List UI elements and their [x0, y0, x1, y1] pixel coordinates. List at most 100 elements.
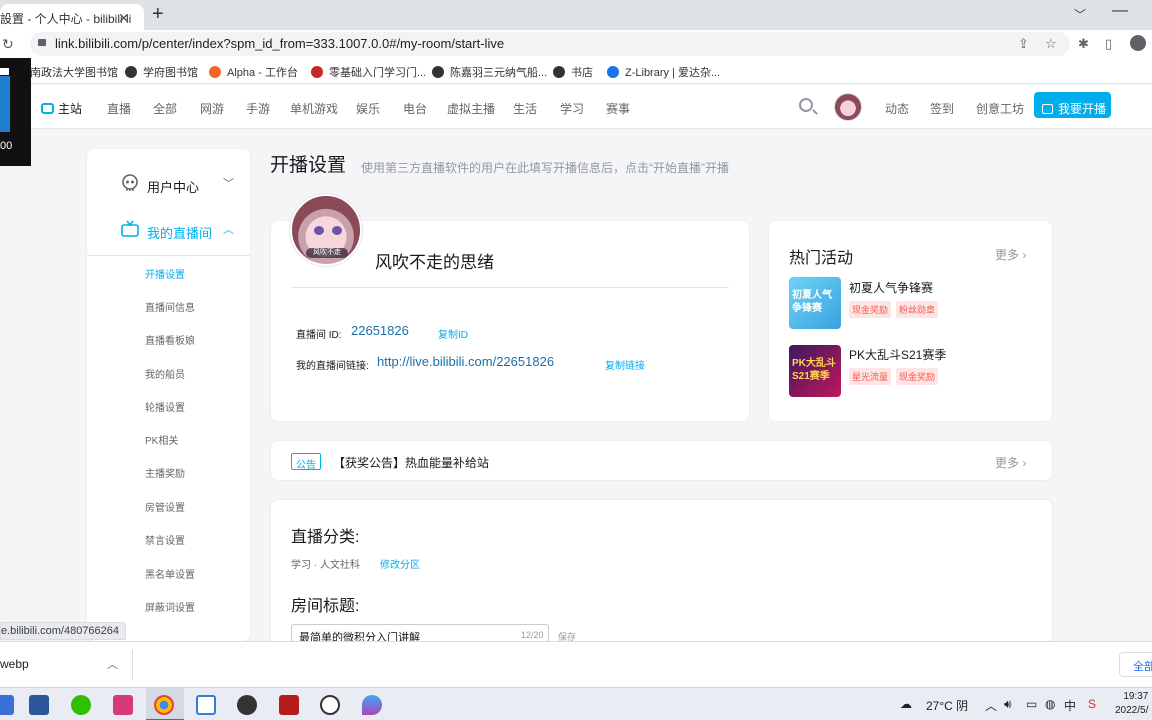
app-icon[interactable]	[113, 695, 133, 715]
activity-thumbnail[interactable]: 初夏人气争锋赛	[789, 277, 841, 329]
tab-search-icon[interactable]: ﹀	[1074, 6, 1086, 23]
bookmark-item[interactable]: Z-Library | 爱达杂...	[607, 64, 720, 80]
share-icon[interactable]: ⇪	[1018, 36, 1029, 52]
floating-overlay[interactable]: 00	[0, 58, 31, 166]
activity-name[interactable]: PK大乱斗S21赛季	[849, 346, 946, 363]
chevron-up-icon[interactable]: ︿	[107, 656, 118, 672]
nav-item[interactable]: 虚拟主播	[447, 100, 495, 117]
tray-overflow-icon[interactable]: ︿	[985, 697, 997, 714]
sidebar-item-room-info[interactable]: 直播间信息	[145, 299, 195, 314]
start-live-button[interactable]: 我要开播	[1034, 92, 1111, 118]
sidebar-item-admins[interactable]: 房管设置	[145, 499, 185, 514]
word-icon[interactable]	[29, 695, 49, 715]
volume-icon[interactable]: 🔊︎	[1004, 697, 1012, 712]
browser-tab[interactable]: 設置 - 个人中心 - bilibili li ✕	[0, 4, 144, 30]
sidebar-group-label: 用户中心	[147, 180, 200, 195]
bookmark-item[interactable]: Alpha - 工作台	[209, 64, 298, 80]
live-icon	[1042, 103, 1053, 114]
sidebar-group-user-center[interactable]: 用户中心 ﹀	[87, 165, 250, 205]
minimize-icon[interactable]: —	[1112, 2, 1128, 20]
gear-icon[interactable]	[237, 695, 257, 715]
nav-item[interactable]: 生活	[513, 100, 537, 117]
download-bar: webp ︿ 全部	[0, 641, 1152, 687]
nav-item[interactable]: 赛事	[606, 100, 630, 117]
notice-more-link[interactable]: 更多 ›	[995, 454, 1026, 471]
nav-item[interactable]: 学习	[560, 100, 584, 117]
battery-icon[interactable]: ▭	[1026, 697, 1037, 711]
sidebar-item-start-live[interactable]: 开播设置	[145, 266, 185, 281]
nav-checkin[interactable]: 签到	[930, 100, 954, 117]
copy-id-button[interactable]: 复制ID	[438, 326, 468, 341]
chrome-icon[interactable]	[154, 695, 174, 715]
wechat-icon[interactable]	[71, 695, 91, 715]
avatar[interactable]	[834, 93, 862, 121]
taskbar: ☁ 27°C 阴 ︿ 🔊︎ ▭ ◍ 中 S 19:37 2022/5/	[0, 687, 1152, 720]
obs-icon[interactable]	[320, 695, 340, 715]
activity-name[interactable]: 初夏人气争锋赛	[849, 279, 933, 296]
nav-home[interactable]: 主站	[41, 100, 82, 117]
weather-text[interactable]: 27°C 阴	[926, 697, 968, 714]
copy-link-button[interactable]: 复制链接	[605, 357, 645, 372]
side-panel-icon[interactable]: ▯	[1105, 36, 1112, 52]
lock-icon[interactable]	[38, 39, 46, 46]
room-link-value[interactable]: http://live.bilibili.com/22651826	[377, 354, 554, 369]
sidebar-item-blacklist[interactable]: 黑名单设置	[145, 566, 195, 581]
bookmark-item[interactable]: 陈嘉羽三元纳气船...	[432, 64, 547, 80]
nav-item[interactable]: 网游	[200, 100, 224, 117]
nav-item[interactable]: 娱乐	[356, 100, 380, 117]
search-icon[interactable]	[799, 98, 813, 112]
app-icon[interactable]	[196, 695, 216, 715]
nav-item[interactable]: 全部	[153, 100, 177, 117]
bookmark-item[interactable]: 零基础入门学习门...	[311, 64, 426, 80]
site-header: 主站 直播 全部 网游 手游 单机游戏 娱乐 电台 虚拟主播 生活 学习 赛事 …	[0, 85, 1152, 129]
nav-workshop[interactable]: 创意工坊	[976, 100, 1024, 117]
bookmark-item[interactable]: 南政法大学图书馆	[30, 64, 118, 80]
sidebar-item-rotation[interactable]: 轮播设置	[145, 399, 185, 414]
nav-item[interactable]: 直播	[107, 100, 131, 117]
file-explorer-icon[interactable]	[0, 695, 14, 715]
sidebar-item-mascot[interactable]: 直播看板娘	[145, 332, 195, 347]
nav-item[interactable]: 手游	[246, 100, 270, 117]
hot-more-link[interactable]: 更多 ›	[995, 246, 1026, 263]
sidebar-item-rewards[interactable]: 主播奖励	[145, 465, 185, 480]
clock[interactable]: 19:37 2022/5/	[1115, 690, 1148, 718]
bookmarks-bar: 南政法大学图书馆 学府图书馆 Alpha - 工作台 零基础入门学习门... 陈…	[0, 58, 1152, 84]
nav-item[interactable]: 电台	[403, 100, 427, 117]
sidebar-item-crew[interactable]: 我的船员	[145, 366, 185, 381]
sidebar-item-blocked-words[interactable]: 屏蔽词设置	[145, 599, 195, 614]
page-title: 开播设置	[270, 155, 347, 176]
avatar-badge: 风吹不走	[306, 248, 348, 258]
new-tab-icon[interactable]: +	[152, 4, 164, 24]
change-category-button[interactable]: 修改分区	[380, 556, 420, 571]
tab-title: 設置 - 个人中心 - bilibili li	[0, 12, 132, 26]
extensions-icon[interactable]: ✱	[1078, 36, 1089, 52]
bookmark-item[interactable]: 学府图书馆	[125, 64, 198, 80]
bookmark-item[interactable]: 书店	[553, 64, 593, 80]
sidebar-divider	[87, 255, 250, 256]
activity-thumbnail[interactable]: PK大乱斗S21赛季	[789, 345, 841, 397]
reload-icon[interactable]: ↻	[2, 36, 14, 53]
chevron-up-icon: ︿	[223, 224, 234, 236]
sidebar-item-pk[interactable]: PK相关	[145, 432, 178, 447]
tab-close-icon[interactable]: ✕	[118, 10, 130, 27]
nav-item[interactable]: 单机游戏	[290, 100, 338, 117]
url-text[interactable]: link.bilibili.com/p/center/index?spm_id_…	[55, 36, 504, 51]
ime-indicator[interactable]: 中	[1064, 697, 1076, 714]
show-all-button[interactable]: 全部	[1119, 652, 1152, 677]
nav-dynamic[interactable]: 动态	[885, 100, 909, 117]
sidebar-item-mute[interactable]: 禁言设置	[145, 532, 185, 547]
notice-text[interactable]: 【获奖公告】热血能量补给站	[333, 454, 489, 471]
room-id-value: 22651826	[351, 323, 409, 338]
download-filename[interactable]: webp	[0, 657, 29, 671]
cloud-icon[interactable]: ☁	[900, 697, 912, 711]
sogou-icon[interactable]: S	[1088, 697, 1096, 711]
bookmark-star-icon[interactable]: ☆	[1045, 36, 1057, 52]
app-icon[interactable]	[362, 695, 382, 715]
profile-icon[interactable]	[1130, 35, 1146, 51]
app-icon[interactable]	[279, 695, 299, 715]
profile-avatar[interactable]: 风吹不走	[290, 194, 362, 266]
thumbnail-text: PK大乱斗S21赛季	[792, 358, 836, 382]
network-icon[interactable]: ◍	[1045, 697, 1055, 711]
sidebar-group-my-room[interactable]: 我的直播间 ︿	[87, 211, 250, 251]
overlay-text: 00	[0, 140, 13, 152]
